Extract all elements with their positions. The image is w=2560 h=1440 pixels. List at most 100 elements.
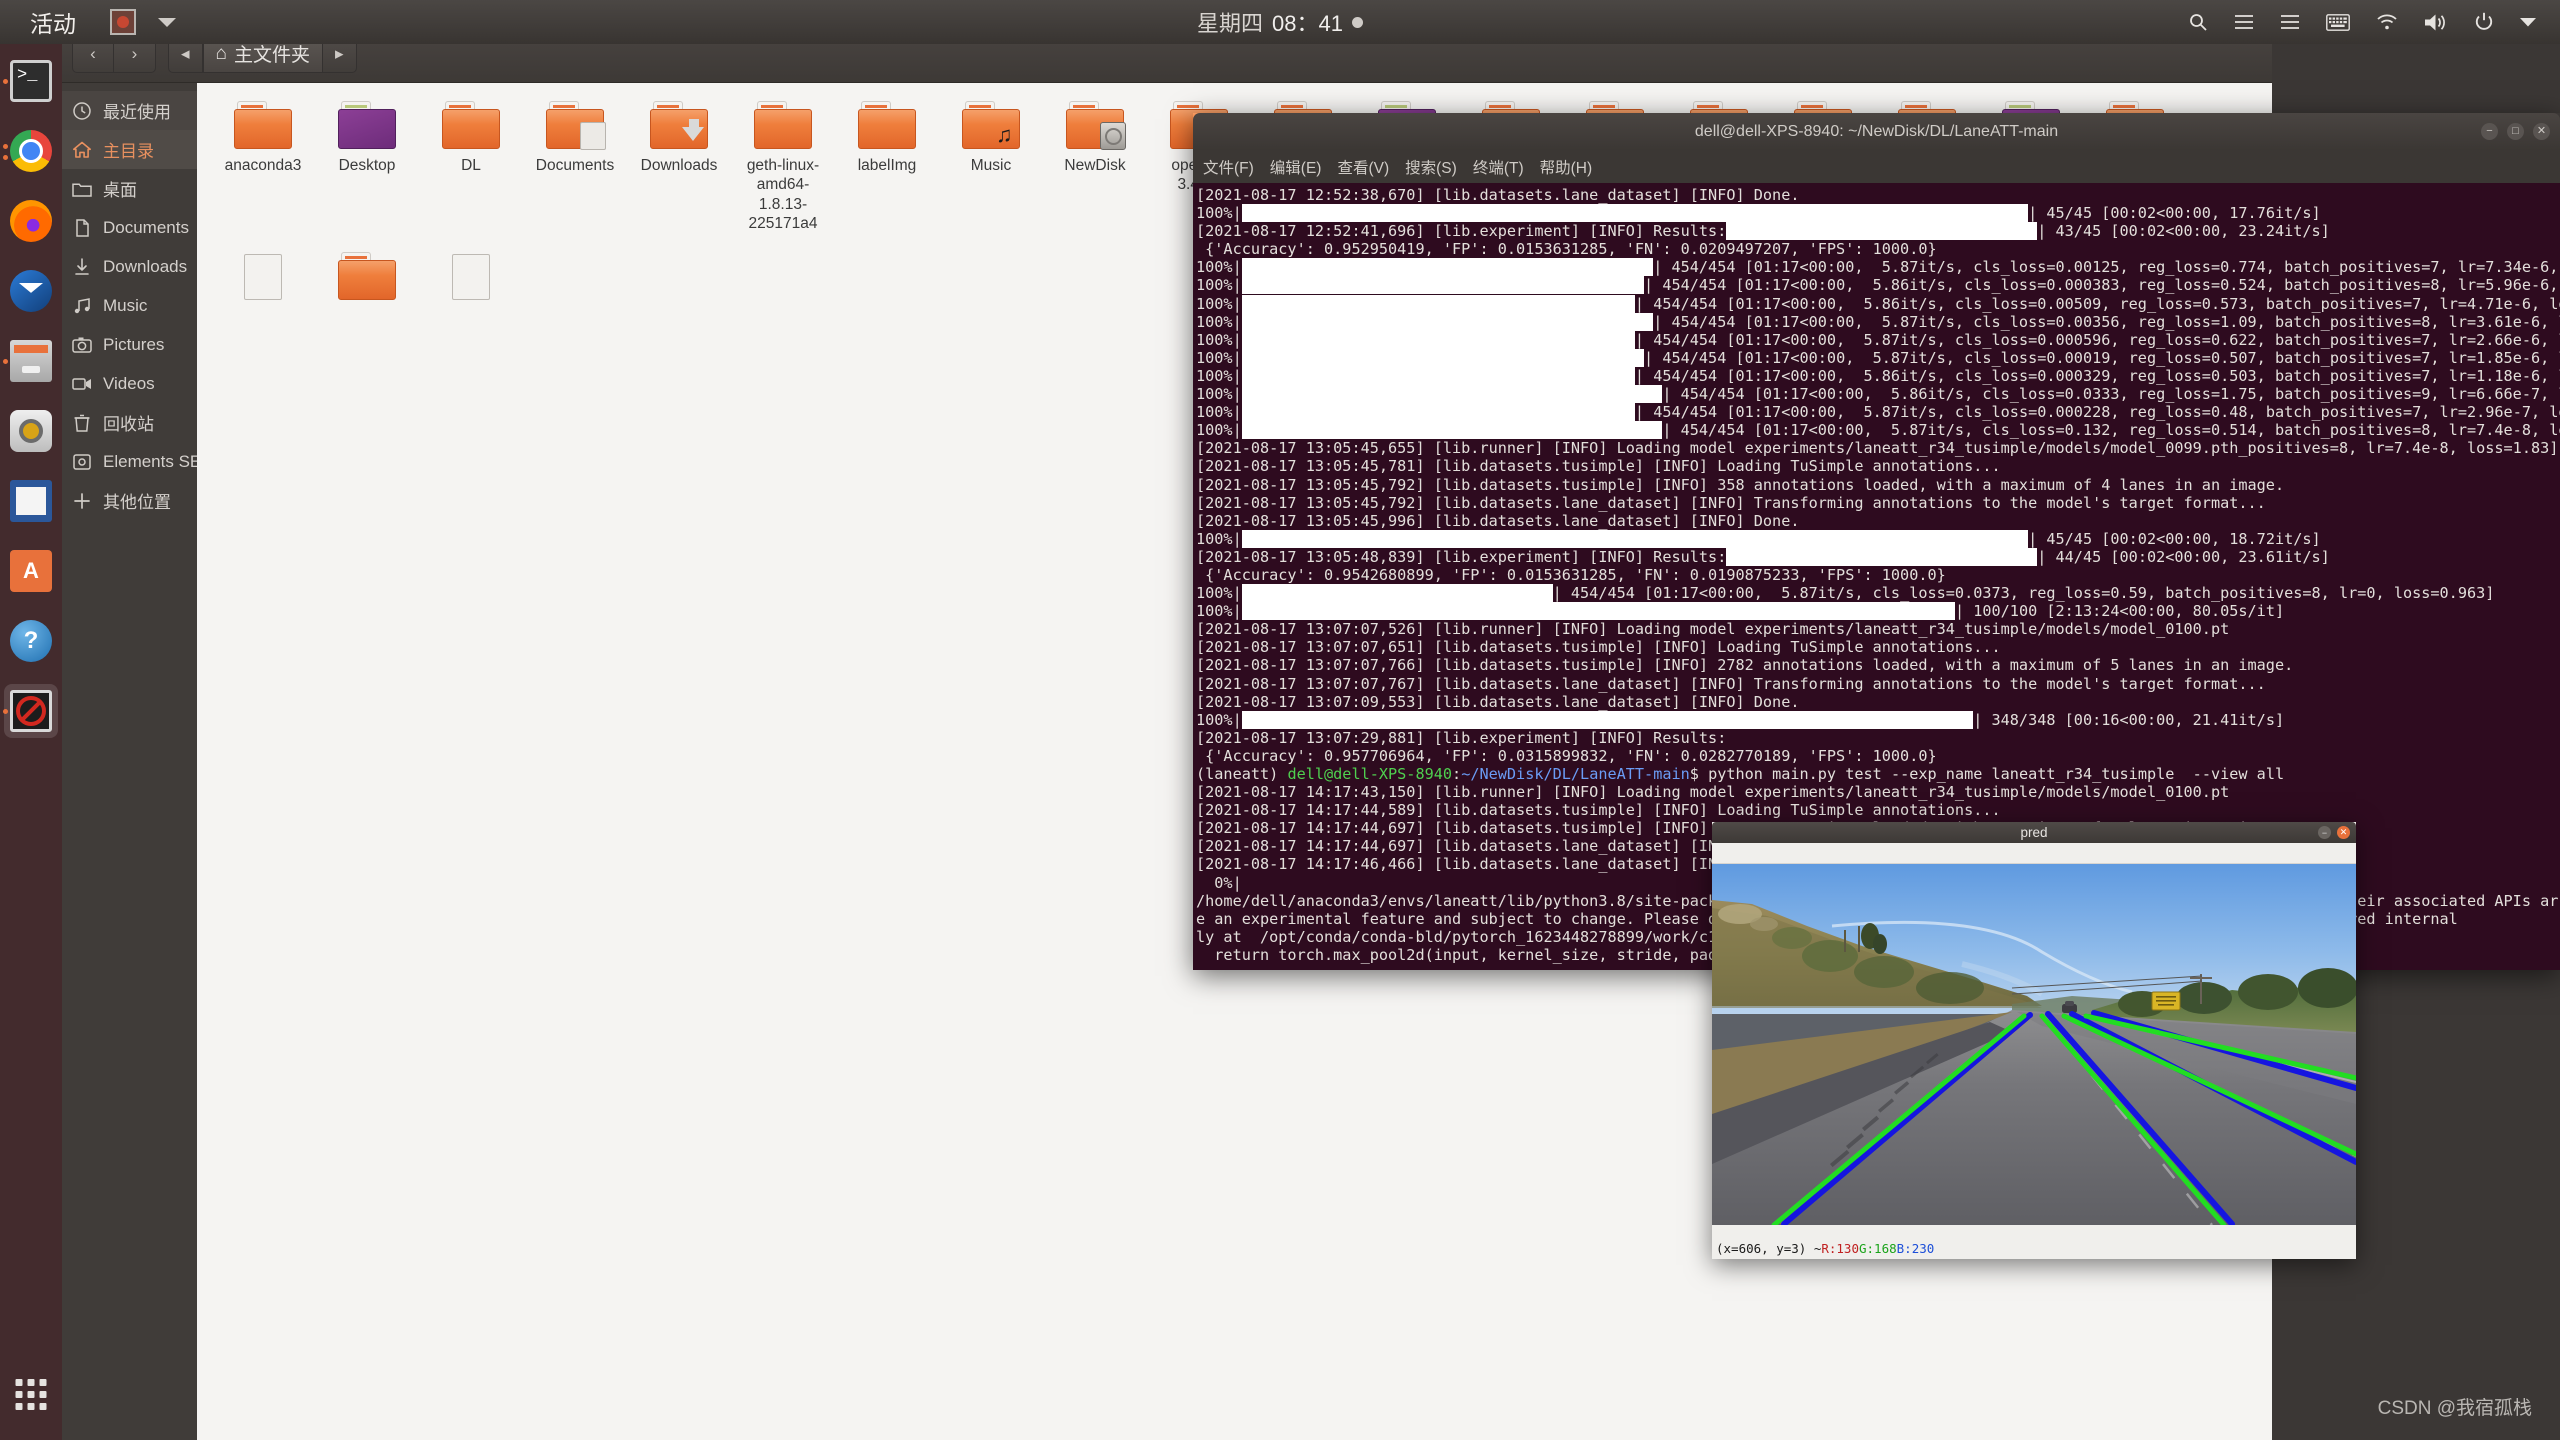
sidebar-item-其他位置[interactable]: 其他位置 <box>62 481 197 520</box>
terminal-menu-item[interactable]: 查看(V) <box>1337 156 1389 178</box>
sidebar-item-documents[interactable]: Documents <box>62 208 197 247</box>
file-item[interactable]: Desktop <box>319 101 415 234</box>
folder-icon <box>234 101 292 149</box>
terminal-menu-item[interactable]: 文件(F) <box>1203 156 1254 178</box>
files-icon <box>10 340 52 382</box>
terminal-line: [2021-08-17 14:17:44,589] [lib.datasets.… <box>1196 801 2001 820</box>
pred-window-controls: − ✕ <box>2318 826 2350 839</box>
terminal-line: [2021-08-17 13:05:45,655] [lib.runner] [… <box>1196 439 2559 458</box>
sidebar-item-label: 主目录 <box>103 142 154 161</box>
sidebar-item-elements-se[interactable]: Elements SE <box>62 442 228 481</box>
file-item[interactable] <box>423 252 519 307</box>
sidebar-item-label: 桌面 <box>103 181 137 200</box>
activities-button[interactable]: 活动 <box>30 5 76 39</box>
sidebar-item-music[interactable]: Music <box>62 286 197 325</box>
sidebar-item-label: Music <box>103 295 148 315</box>
pixel-green-value: G:168 <box>1859 1241 1897 1256</box>
file-item[interactable]: DL <box>423 101 519 234</box>
terminal-line: [2021-08-17 14:17:43,150] [lib.runner] [… <box>1196 783 2230 802</box>
terminal-menu-item[interactable]: 终端(T) <box>1473 156 1524 178</box>
sidebar-item-videos[interactable]: Videos <box>62 364 197 403</box>
file-item[interactable]: anaconda3 <box>215 101 311 234</box>
file-item[interactable]: labelImg <box>839 101 935 234</box>
terminal-menu-bar: 文件(F) 编辑(E) 查看(V) 搜索(S) 终端(T) 帮助(H) <box>1193 150 2560 183</box>
app-indicator-icon[interactable] <box>110 9 136 35</box>
file-name: Desktop <box>338 157 396 174</box>
rhythmbox-icon <box>10 410 52 452</box>
ubuntu-software-icon: A <box>10 550 52 592</box>
maximize-button[interactable]: □ <box>2507 123 2524 140</box>
pred-title-bar[interactable]: pred − ✕ <box>1712 822 2356 843</box>
file-item[interactable] <box>319 251 415 307</box>
file-name: NewDisk <box>1064 157 1126 174</box>
clock-icon <box>71 100 93 122</box>
dock-item-libreoffice-writer[interactable] <box>4 474 58 528</box>
dock-item-thunderbird[interactable] <box>4 264 58 318</box>
terminal-title-bar[interactable]: dell@dell-XPS-8940: ~/NewDisk/DL/LaneATT… <box>1193 113 2560 150</box>
firefox-icon <box>10 200 52 242</box>
file-item[interactable]: geth-linux-amd64-1.8.13-225171a4 <box>735 101 831 234</box>
terminal-line: [2021-08-17 13:07:09,553] [lib.datasets.… <box>1196 692 1800 711</box>
terminal-line: [2021-08-17 12:52:38,670] [lib.datasets.… <box>1196 186 1800 204</box>
sidebar-item-主目录[interactable]: 主目录 <box>62 130 197 169</box>
file-item[interactable]: NewDisk <box>1047 101 1143 234</box>
power-icon[interactable] <box>2474 12 2494 32</box>
terminal-line: 100%| | 45/45 [00:02<00:00, 18.72it/s] <box>1196 529 2321 548</box>
sidebar-item-downloads[interactable]: Downloads <box>62 247 197 286</box>
terminal-line: [2021-08-17 13:07:07,767] [lib.datasets.… <box>1196 674 2266 693</box>
file-item[interactable]: ♫ Music <box>943 101 1039 234</box>
dock-item-rhythmbox[interactable] <box>4 404 58 458</box>
dock-item-no-entry-app[interactable] <box>3 684 58 738</box>
show-applications-icon[interactable] <box>15 1379 47 1410</box>
sidebar-item-回收站[interactable]: 回收站 <box>62 403 197 442</box>
music-icon <box>71 295 93 317</box>
close-button[interactable]: ✕ <box>2337 826 2350 839</box>
terminal-line: (laneatt) dell@dell-XPS-8940:~/NewDisk/D… <box>1196 765 2285 783</box>
dock-item-terminal[interactable]: >_ <box>3 54 58 108</box>
chevron-down-icon[interactable] <box>158 17 176 27</box>
minimize-button[interactable]: − <box>2481 123 2498 140</box>
wifi-icon[interactable] <box>2376 13 2398 31</box>
lane-detection-image <box>1712 864 2356 1225</box>
dock-item-ubuntu-software[interactable]: A <box>4 544 58 598</box>
volume-icon[interactable] <box>2424 13 2448 32</box>
folder-icon <box>338 251 396 300</box>
sidebar-item-pictures[interactable]: Pictures <box>62 325 197 364</box>
close-button[interactable]: ✕ <box>2533 123 2550 140</box>
menu-icon[interactable] <box>2280 13 2300 31</box>
dock-item-chrome[interactable] <box>3 124 58 178</box>
terminal-menu-item[interactable]: 编辑(E) <box>1270 156 1322 178</box>
download-arrow-icon <box>682 127 704 141</box>
file-item[interactable] <box>215 252 311 307</box>
list-icon[interactable] <box>2234 13 2254 31</box>
sidebar-item-桌面[interactable]: 桌面 <box>62 169 197 208</box>
sidebar-item-最近使用[interactable]: 最近使用 <box>62 91 197 130</box>
search-icon[interactable] <box>2188 12 2208 32</box>
dock-item-files[interactable] <box>3 334 58 388</box>
terminal-menu-item[interactable]: 搜索(S) <box>1405 156 1457 178</box>
pixel-blue-value: B:230 <box>1896 1241 1935 1256</box>
chevron-down-icon[interactable] <box>2520 17 2536 27</box>
keyboard-icon[interactable] <box>2326 13 2350 31</box>
terminal-line: [2021-08-17 13:07:29,881] [lib.experimen… <box>1196 728 1727 747</box>
system-top-bar: 活动 星期四 08：41 <box>0 0 2560 44</box>
terminal-line: 100%| | 454/454 [01:17<00:00, 5.86it/s, … <box>1196 276 2559 295</box>
terminal-line: 100%| | 454/454 [01:17<00:00, 5.87it/s, … <box>1196 312 2560 331</box>
folder-icon <box>1066 101 1126 150</box>
sidebar-item-label: 回收站 <box>103 415 154 434</box>
clock[interactable]: 星期四 08：41 <box>1197 6 1363 38</box>
file-item[interactable]: Documents <box>527 101 623 234</box>
pixel-coords-label: (x=606, y=3) ~ <box>1716 1241 1822 1256</box>
file-name: Documents <box>535 157 615 174</box>
minimize-button[interactable]: − <box>2318 826 2331 839</box>
drive-icon <box>71 451 93 473</box>
dock-item-firefox[interactable] <box>4 194 58 248</box>
dock-item-help[interactable]: ? <box>4 614 58 668</box>
document-embellishment-icon <box>580 122 606 150</box>
camera-icon <box>71 334 93 356</box>
terminal-menu-item[interactable]: 帮助(H) <box>1540 156 1593 178</box>
file-item[interactable]: Downloads <box>631 101 727 234</box>
terminal-line: [2021-08-17 13:07:07,651] [lib.datasets.… <box>1196 638 2001 657</box>
terminal-line: 100%| | 454/454 [01:17<00:00, 5.87it/s, … <box>1196 584 2495 603</box>
video-icon <box>71 373 93 395</box>
